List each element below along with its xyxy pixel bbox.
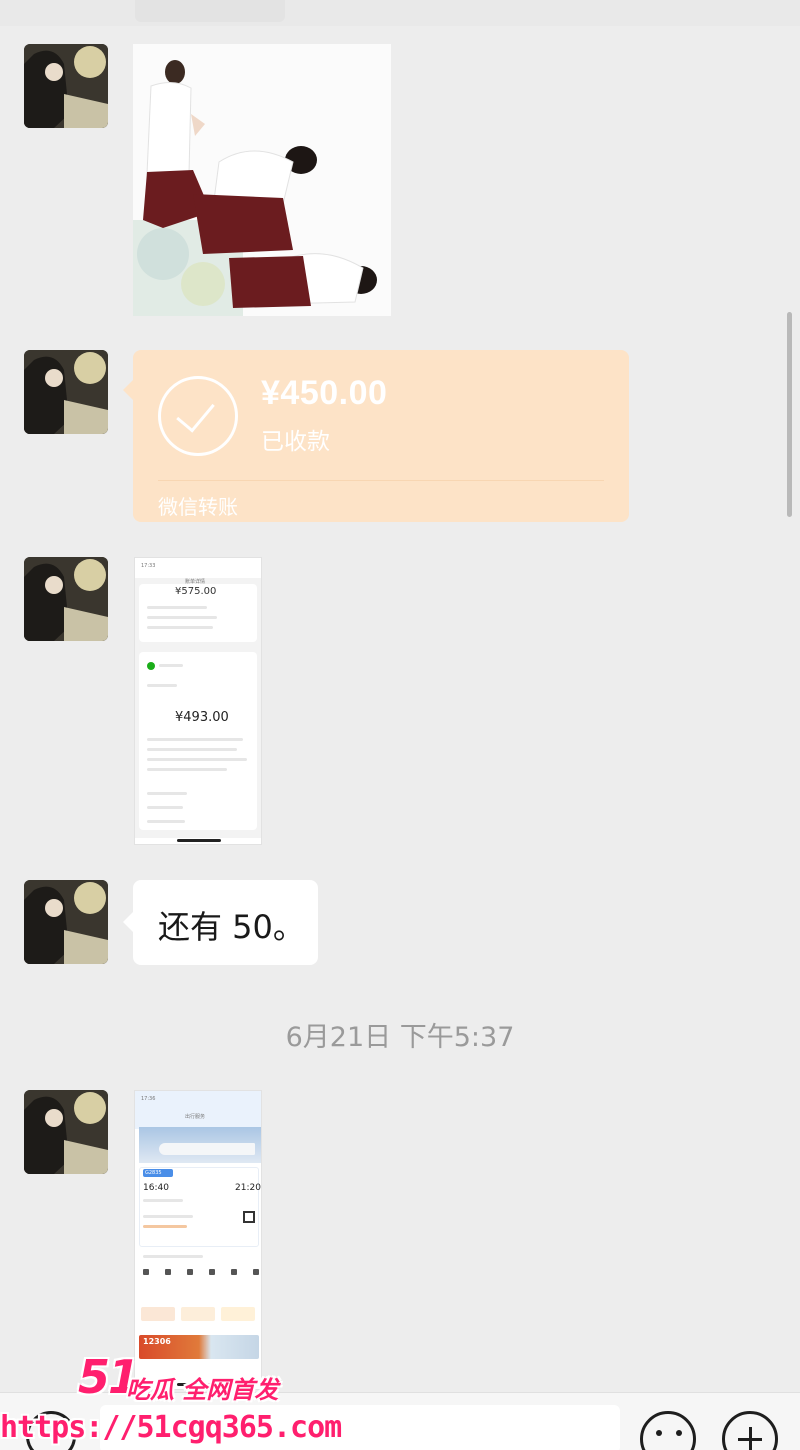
service-icon xyxy=(143,1269,149,1275)
screenshot-amount-top: ¥575.00 xyxy=(175,586,217,597)
screenshot-line xyxy=(147,768,227,771)
screenshot-status-time: 17:33 xyxy=(141,563,156,569)
avatar-image xyxy=(24,44,108,128)
service-icon xyxy=(253,1269,259,1275)
train-ticket-screenshot-message[interactable]: 17:36 出行服务 G2835 16:40 21:20 12306 xyxy=(134,1090,262,1390)
screenshot-line xyxy=(147,738,243,741)
screenshot-line xyxy=(143,1215,193,1218)
service-tile xyxy=(221,1307,255,1321)
screenshot-line xyxy=(147,820,185,823)
chat-timestamp: 6月21日 下午5:37 xyxy=(285,1022,515,1053)
ticket-card xyxy=(139,1167,259,1247)
service-tile xyxy=(141,1307,175,1321)
screenshot-line xyxy=(147,606,207,609)
service-icon-row xyxy=(143,1269,259,1293)
service-icon xyxy=(187,1269,193,1275)
avatar[interactable] xyxy=(24,1090,108,1174)
screenshot-line xyxy=(147,758,247,761)
scrollbar[interactable] xyxy=(787,312,792,517)
home-indicator xyxy=(177,839,221,842)
transfer-footer: 微信转账 xyxy=(158,497,238,519)
screenshot-line xyxy=(143,1255,203,1258)
train-banner-image xyxy=(139,1127,261,1163)
service-icon xyxy=(165,1269,171,1275)
check-circle-icon xyxy=(158,376,238,456)
watermark-slogan: 吃瓜 全网首发 xyxy=(126,1376,279,1404)
screenshot-line xyxy=(147,684,177,687)
screenshot-line xyxy=(147,748,237,751)
screenshot-status-time: 17:36 xyxy=(141,1096,156,1102)
transfer-divider xyxy=(158,480,604,481)
arrive-time: 21:20 xyxy=(235,1183,261,1193)
avatar-image xyxy=(24,1090,108,1174)
screenshot-line xyxy=(147,616,217,619)
previous-message-ghost xyxy=(135,0,285,22)
avatar-image xyxy=(24,557,108,641)
screenshot-amount-main: ¥493.00 xyxy=(175,710,229,725)
message-text: 还有 50。 xyxy=(158,908,305,946)
text-message-bubble[interactable]: 还有 50。 xyxy=(123,880,318,965)
wechat-pay-icon xyxy=(147,662,155,670)
promo-text: 12306 xyxy=(143,1337,171,1346)
transfer-amount: ¥450.00 xyxy=(261,374,388,412)
service-icon xyxy=(231,1269,237,1275)
avatar[interactable] xyxy=(24,44,108,128)
avatar[interactable] xyxy=(24,880,108,964)
screenshot-line xyxy=(147,626,213,629)
screenshot-line xyxy=(143,1199,183,1202)
avatar[interactable] xyxy=(24,350,108,434)
avatar-image xyxy=(24,350,108,434)
screenshot-line xyxy=(147,806,183,809)
previous-message-edge xyxy=(0,0,800,26)
transfer-card[interactable]: ¥450.00 已收款 微信转账 xyxy=(123,350,629,522)
train-number: G2835 xyxy=(145,1170,162,1176)
screenshot-line xyxy=(147,792,187,795)
avatar-image xyxy=(24,880,108,964)
service-icon xyxy=(209,1269,215,1275)
kneeling-figures-image xyxy=(133,44,391,316)
screenshot-panel xyxy=(139,652,257,830)
service-tile xyxy=(181,1307,215,1321)
screenshot-line xyxy=(159,664,183,667)
payment-screenshot-message[interactable]: 17:33 账单详情 ¥575.00 ¥493.00 xyxy=(134,557,262,845)
plus-icon[interactable] xyxy=(722,1411,778,1450)
depart-time: 16:40 xyxy=(143,1183,169,1193)
avatar[interactable] xyxy=(24,557,108,641)
emoji-icon[interactable] xyxy=(640,1411,696,1450)
screenshot-title: 出行服务 xyxy=(185,1114,206,1120)
qr-code-icon xyxy=(243,1211,255,1223)
transfer-status: 已收款 xyxy=(261,428,330,454)
screenshot-line xyxy=(143,1225,187,1228)
watermark-url: https://51cgq365.com xyxy=(0,1410,342,1445)
image-message[interactable] xyxy=(133,44,391,316)
watermark: 51 吃瓜 全网首发 https://51cgq365.com xyxy=(0,1350,342,1450)
